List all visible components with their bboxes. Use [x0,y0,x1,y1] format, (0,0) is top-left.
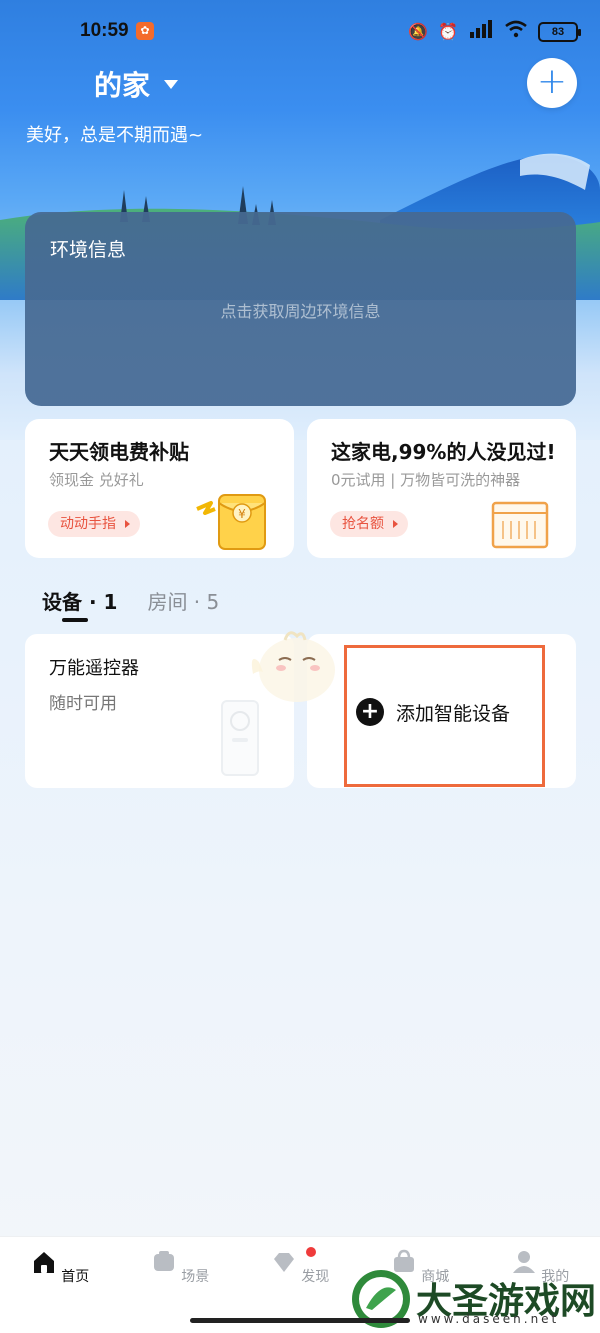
status-icons: 🔕 ⏰ 83 [408,20,581,43]
environment-card[interactable]: 环境信息 点击获取周边环境信息 [25,212,576,406]
promo-card-appliance[interactable]: 这家电,99%的人没见过! 0元试用 | 万物皆可洗的神器 抢名额 [307,419,576,558]
chevron-down-icon [164,79,179,89]
greeting-text: 美好，总是不期而遇~ [26,125,204,146]
nav-label: 场景 [181,1269,210,1285]
dishwasher-icon [491,501,549,549]
nav-label: 首页 [61,1269,90,1285]
tab-rooms-label: 房间 · 5 [147,590,220,614]
promo-subtitle: 领现金 兑好礼 [49,471,144,489]
wifi-icon [504,20,528,43]
environment-title: 环境信息 [50,239,127,261]
plus-circle-icon: + [356,698,384,726]
active-tab-indicator [62,618,88,622]
promo-subtitle: 0元试用 | 万物皆可洗的神器 [331,471,521,489]
status-bar: 10:59 ✿ 🔕 ⏰ 83 [0,0,600,66]
promo-action-button[interactable]: 抢名额 [330,511,408,537]
home-icon [33,1252,54,1273]
signal-icon [468,20,494,43]
add-device-label: 添加智能设备 [396,702,511,725]
add-smart-device-button[interactable]: + 添加智能设备 [356,698,510,726]
environment-hint[interactable]: 点击获取周边环境信息 [25,298,576,322]
device-name: 万能遥控器 [49,658,139,679]
status-time: 10:59 [80,20,129,41]
home-name: 的家 [94,69,151,102]
tab-rooms[interactable]: 房间 · 5 [147,586,219,615]
mascot-illustration [251,631,335,702]
red-envelope-icon: ¥ [196,494,266,550]
alarm-icon: ⏰ [438,23,458,41]
svg-text:¥: ¥ [238,507,246,521]
home-switcher[interactable]: 的家 [94,64,179,104]
device-status: 随时可用 [49,694,117,714]
tab-devices-label: 设备 · 1 [42,590,118,614]
discover-icon [273,1253,294,1272]
app-notification-icon: ✿ [136,22,154,40]
promo-action-button[interactable]: 动动手指 [48,511,140,537]
notification-badge [306,1247,316,1257]
promo-title: 天天领电费补贴 [49,440,189,464]
nav-label: 发现 [301,1269,330,1285]
tab-devices[interactable]: 设备 · 1 [42,586,118,622]
promo-title: 这家电,99%的人没见过! [331,440,556,464]
plus-icon: + [536,60,568,102]
nav-item-discover[interactable]: 发现 [260,1247,340,1286]
add-button[interactable]: + [527,58,577,108]
watermark-url: www.daseen.net [418,1312,560,1326]
home-indicator[interactable] [190,1318,410,1323]
scene-icon [153,1251,174,1271]
battery-icon: 83 [538,21,581,42]
mute-icon: 🔕 [408,23,429,41]
remote-control-icon [221,700,259,776]
nav-item-scenes[interactable]: 场景 [140,1249,220,1286]
promo-card-subsidy[interactable]: 天天领电费补贴 领现金 兑好礼 动动手指 ¥ [25,419,294,558]
nav-item-home[interactable]: 首页 [20,1249,100,1286]
device-room-tabs: 设备 · 1 房间 · 5 [42,586,219,622]
